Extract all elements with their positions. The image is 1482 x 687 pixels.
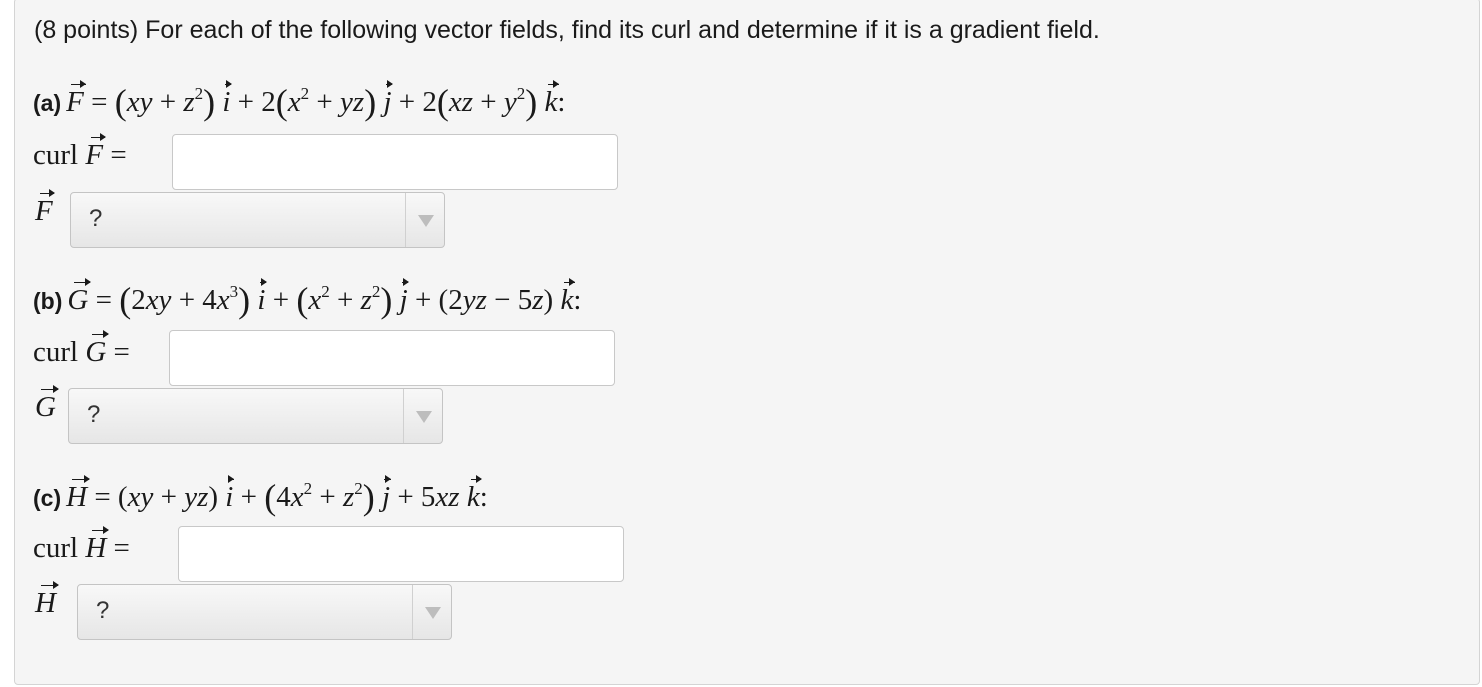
field-g-symbol: G bbox=[67, 278, 92, 316]
field-h-symbol: H bbox=[66, 475, 90, 513]
chevron-down-icon bbox=[416, 411, 432, 423]
dropdown-divider bbox=[405, 193, 406, 247]
part-b-curl-label: curl G = bbox=[33, 330, 130, 368]
part-c-equation: (c) H = (xy + yz) i + (4x2 + z2) j + 5xz … bbox=[33, 475, 488, 517]
question-intro: (8 points) For each of the following vec… bbox=[34, 16, 1100, 44]
part-a-curl-label: curl F = bbox=[33, 133, 127, 171]
part-a-equation: (a) F = (xy + z2) i + 2(x2 + yz) j + 2(xz… bbox=[33, 80, 566, 122]
part-a-field-label: F bbox=[35, 189, 55, 227]
part-b-field-label: G bbox=[35, 385, 59, 423]
part-a-tag: (a) bbox=[33, 90, 62, 116]
chevron-down-icon bbox=[425, 607, 441, 619]
part-c-field-label: H bbox=[35, 581, 59, 619]
part-b-equation: (b) G = (2xy + 4x3) i + (x2 + z2) j + (2y… bbox=[33, 278, 582, 320]
gradient-g-select[interactable]: ? bbox=[68, 388, 443, 444]
curl-h-input[interactable] bbox=[178, 526, 624, 582]
dropdown-divider bbox=[403, 389, 404, 443]
gradient-h-select-value: ? bbox=[96, 597, 110, 624]
chevron-down-icon bbox=[418, 215, 434, 227]
gradient-g-select-value: ? bbox=[87, 401, 101, 428]
gradient-f-select[interactable]: ? bbox=[70, 192, 445, 248]
part-c-tag: (c) bbox=[33, 485, 62, 511]
curl-g-input[interactable] bbox=[169, 330, 615, 386]
part-c-curl-label: curl H = bbox=[33, 526, 130, 564]
part-b-tag: (b) bbox=[33, 288, 63, 314]
dropdown-divider bbox=[412, 585, 413, 639]
field-f-symbol: F bbox=[66, 80, 86, 118]
gradient-h-select[interactable]: ? bbox=[77, 584, 452, 640]
curl-f-input[interactable] bbox=[172, 134, 618, 190]
gradient-f-select-value: ? bbox=[89, 205, 103, 232]
